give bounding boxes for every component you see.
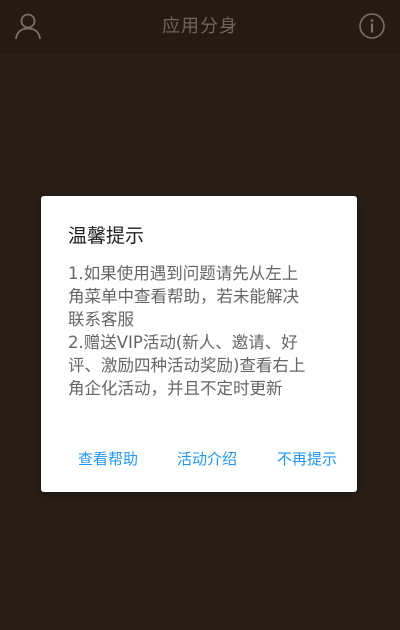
message-line: 评、激励四种活动奖励)查看右上 (68, 356, 306, 375)
dialog-message: 1.如果使用遇到问题请先从左上 角菜单中查看帮助，若未能解决 联系客服 2.赠送… (68, 262, 340, 400)
message-line: 角菜单中查看帮助，若未能解决 (68, 287, 299, 306)
dialog-actions: 查看帮助 活动介绍 不再提示 (41, 446, 357, 472)
tip-dialog: 温馨提示 1.如果使用遇到问题请先从左上 角菜单中查看帮助，若未能解决 联系客服… (41, 196, 357, 492)
dialog-title: 温馨提示 (68, 225, 145, 247)
message-line: 1.如果使用遇到问题请先从左上 (68, 264, 299, 283)
message-line: 角企化活动，并且不定时更新 (68, 379, 283, 398)
message-line: 联系客服 (68, 310, 134, 329)
activity-intro-button[interactable]: 活动介绍 (177, 446, 237, 472)
dont-remind-button[interactable]: 不再提示 (277, 446, 337, 472)
message-line: 2.赠送VIP活动(新人、邀请、好 (68, 333, 298, 352)
view-help-button[interactable]: 查看帮助 (78, 446, 138, 472)
